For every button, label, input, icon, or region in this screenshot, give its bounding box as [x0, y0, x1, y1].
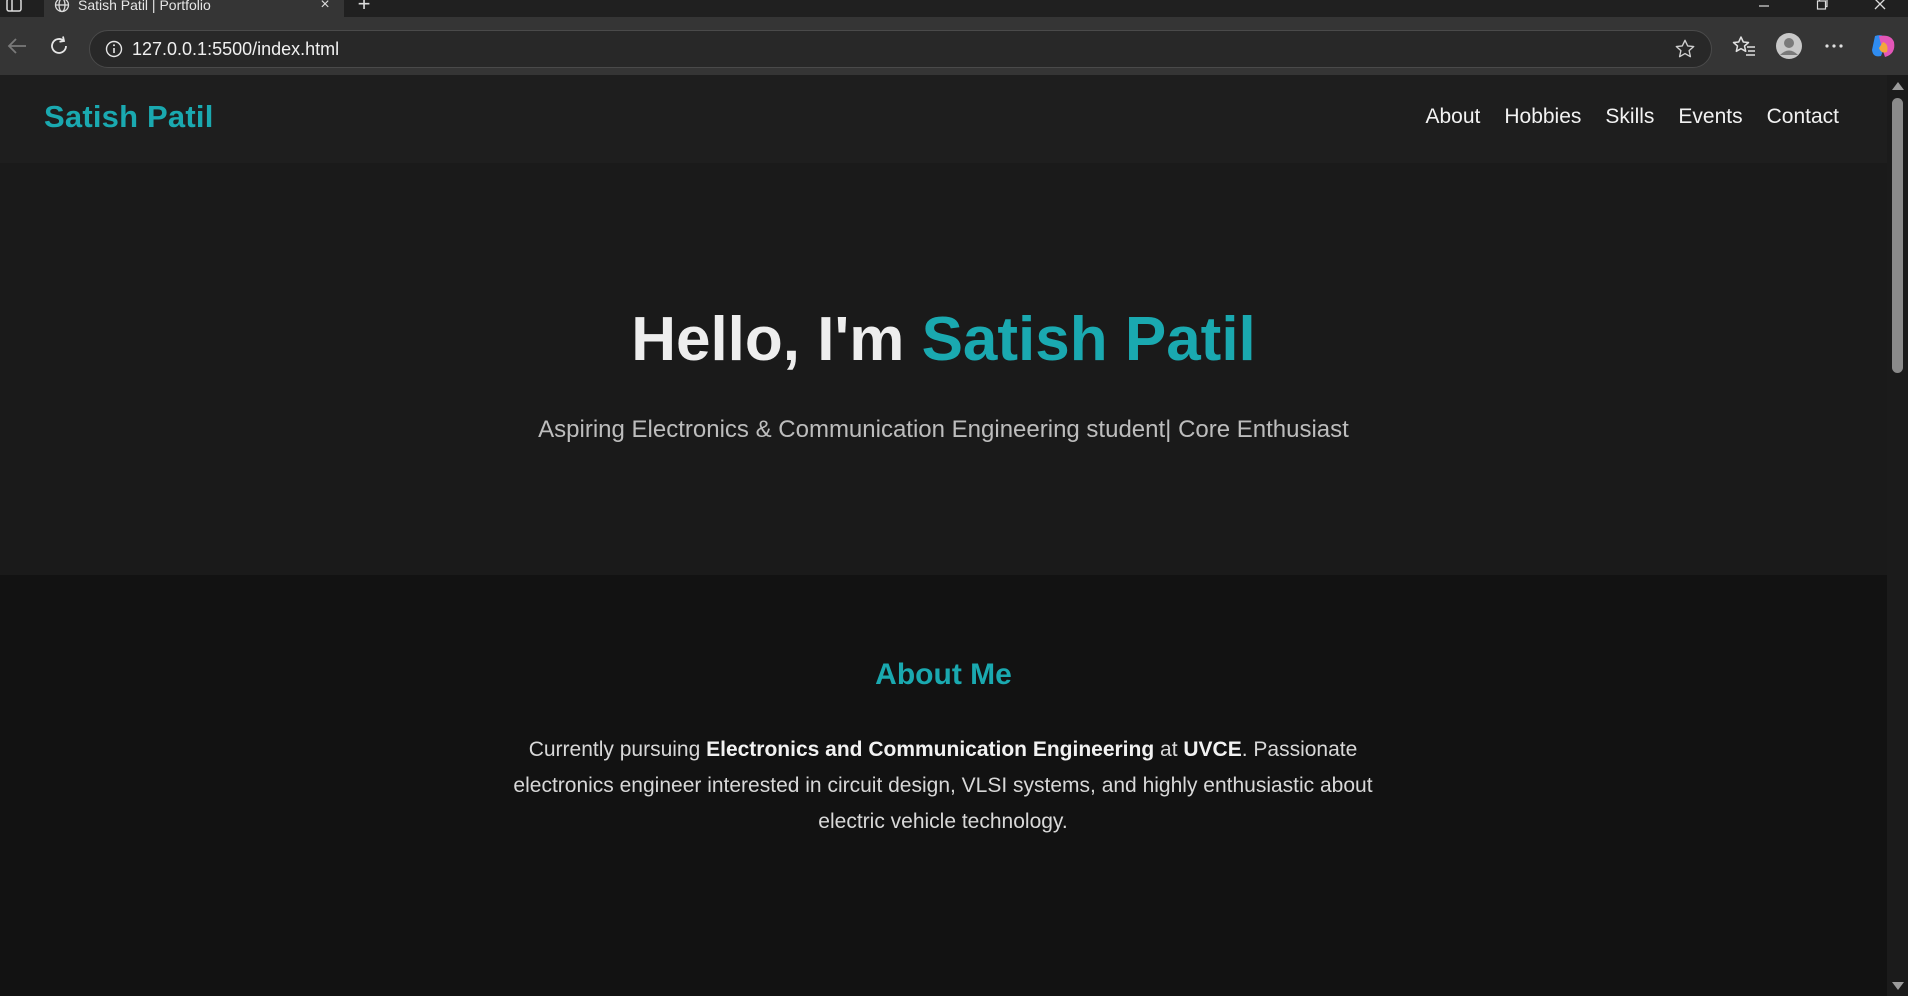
site-nav: About Hobbies Skills Events Contact [1401, 105, 1839, 129]
about-title: About Me [875, 658, 1012, 691]
nav-skills[interactable]: Skills [1605, 105, 1654, 129]
star-icon [1675, 39, 1695, 58]
window-close-button[interactable] [1860, 0, 1900, 14]
refresh-icon [51, 36, 67, 54]
maximize-button[interactable] [1802, 0, 1842, 14]
hero-title: Hello, I'm Satish Patil [0, 305, 1887, 374]
tab-close-button[interactable]: × [316, 0, 334, 14]
maximize-icon [1816, 0, 1828, 10]
tab-strip: Satish Patil | Portfolio × + [0, 0, 1908, 17]
nav-hobbies[interactable]: Hobbies [1504, 105, 1581, 129]
back-icon [7, 38, 26, 54]
url-text[interactable]: 127.0.0.1:5500/index.html [132, 39, 1665, 60]
back-button[interactable] [0, 29, 34, 63]
site-info-button[interactable] [96, 40, 132, 58]
profile-icon [1776, 33, 1802, 59]
scrollbar-thumb[interactable] [1892, 98, 1903, 373]
browser-tab[interactable]: Satish Patil | Portfolio × [44, 0, 344, 17]
favorites-icon [1732, 36, 1755, 56]
globe-icon [54, 0, 70, 12]
minimize-button[interactable] [1744, 0, 1784, 14]
site-header: Satish Patil About Hobbies Skills Events… [0, 75, 1887, 163]
tab-title: Satish Patil | Portfolio [78, 0, 211, 13]
site-logo[interactable]: Satish Patil [44, 99, 214, 135]
new-tab-button[interactable]: + [352, 0, 376, 15]
page-scrollbar[interactable] [1887, 75, 1908, 996]
copilot-icon [1872, 35, 1895, 57]
sidebar-toggle-icon [6, 0, 22, 12]
browser-toolbar: 127.0.0.1:5500/index.html [0, 17, 1908, 75]
more-icon [1825, 44, 1843, 48]
about-college: UVCE [1183, 738, 1242, 761]
refresh-button[interactable] [42, 29, 76, 63]
window-close-icon [1874, 0, 1886, 10]
page-viewport: Satish Patil About Hobbies Skills Events… [0, 75, 1887, 996]
about-degree: Electronics and Communication Engineerin… [706, 738, 1155, 761]
about-text: Currently pursuing Electronics and Commu… [503, 732, 1383, 840]
hero-section: Hello, I'm Satish Patil Aspiring Electro… [0, 163, 1887, 575]
more-button[interactable] [1817, 29, 1851, 63]
info-icon [105, 40, 123, 58]
hero-greeting: Hello, I'm [631, 305, 922, 374]
about-text-part-2: at [1154, 738, 1184, 761]
nav-about[interactable]: About [1425, 105, 1480, 129]
favorites-button[interactable] [1727, 29, 1761, 63]
scroll-up-arrow[interactable] [1892, 82, 1904, 90]
hero-name: Satish Patil [921, 305, 1256, 374]
address-bar[interactable]: 127.0.0.1:5500/index.html [89, 30, 1712, 68]
scroll-down-arrow[interactable] [1892, 982, 1904, 990]
copilot-button[interactable] [1866, 29, 1900, 63]
nav-contact[interactable]: Contact [1767, 105, 1839, 129]
tab-actions-button[interactable] [2, 0, 26, 15]
minimize-icon [1759, 5, 1769, 7]
nav-events[interactable]: Events [1678, 105, 1742, 129]
about-section: About Me Currently pursuing Electronics … [0, 575, 1887, 996]
profile-button[interactable] [1772, 29, 1806, 63]
favorite-button[interactable] [1665, 38, 1705, 60]
hero-subtitle: Aspiring Electronics & Communication Eng… [538, 416, 1349, 443]
about-text-part-1: Currently pursuing [528, 738, 707, 761]
